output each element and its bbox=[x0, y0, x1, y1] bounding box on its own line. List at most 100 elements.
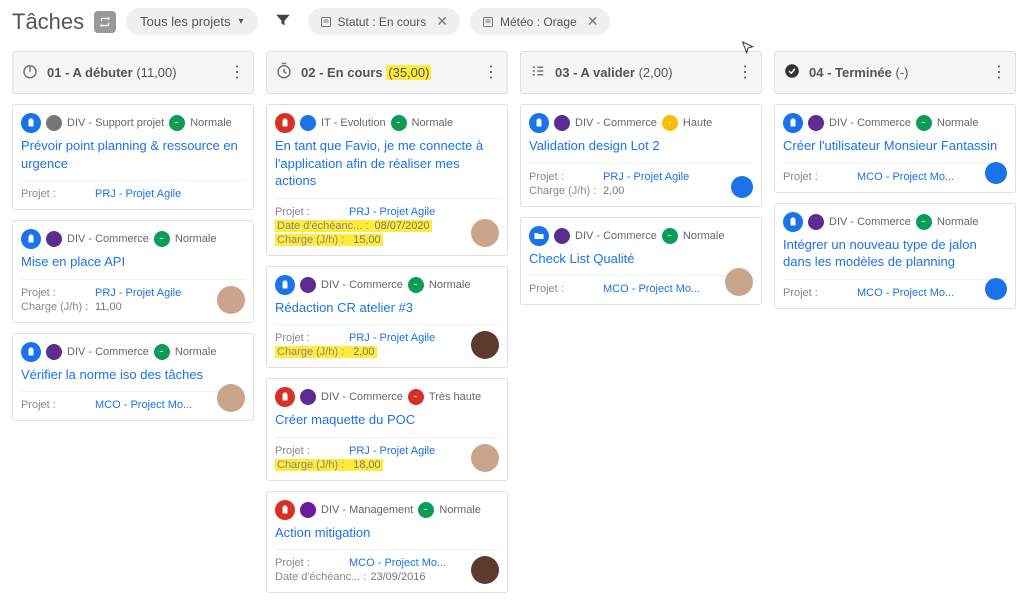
filter-chip-label: Statut : En cours bbox=[338, 15, 427, 29]
card-title[interactable]: Rédaction CR atelier #3 bbox=[267, 299, 507, 325]
column-menu-icon[interactable]: ⋮ bbox=[737, 68, 753, 78]
card-title[interactable]: Validation design Lot 2 bbox=[521, 137, 761, 163]
card-head: DIV - Support projet Normale bbox=[13, 105, 253, 137]
card-field-label: Projet : bbox=[21, 399, 91, 411]
card-title[interactable]: Créer maquette du POC bbox=[267, 411, 507, 437]
card-field-value: 15,00 bbox=[353, 234, 381, 246]
card-title[interactable]: Intégrer un nouveau type de jalon dans l… bbox=[775, 236, 1015, 279]
card-category: DIV - Support projet bbox=[67, 117, 164, 129]
column-status-icon bbox=[21, 62, 39, 83]
task-card[interactable]: DIV - Commerce Normale Mise en place API… bbox=[12, 220, 254, 323]
card-field-link[interactable]: PRJ - Projet Agile bbox=[95, 188, 181, 200]
card-head: DIV - Commerce Normale bbox=[13, 221, 253, 253]
task-card[interactable]: DIV - Support projet Normale Prévoir poi… bbox=[12, 104, 254, 210]
card-field-link[interactable]: PRJ - Projet Agile bbox=[95, 287, 181, 299]
card-head: DIV - Commerce Normale bbox=[521, 218, 761, 250]
column-count: (35,00) bbox=[386, 65, 431, 80]
column-header[interactable]: 02 - En cours (35,00) ⋮ bbox=[266, 51, 508, 94]
card-field-value: 08/07/2020 bbox=[375, 220, 430, 232]
category-icon bbox=[46, 115, 62, 131]
card-field-label: Projet : bbox=[275, 445, 345, 457]
column-menu-icon[interactable]: ⋮ bbox=[229, 68, 245, 78]
task-card[interactable]: DIV - Commerce Normale Créer l'utilisate… bbox=[774, 104, 1016, 193]
clipboard-icon bbox=[275, 500, 295, 520]
task-card[interactable]: DIV - Commerce Normale Intégrer un nouve… bbox=[774, 203, 1016, 309]
card-field-label: Charge (J/h) : bbox=[529, 185, 599, 197]
assignee-avatar[interactable] bbox=[471, 219, 499, 247]
card-category: DIV - Commerce bbox=[321, 279, 403, 291]
column-header[interactable]: 01 - A débuter (11,00) ⋮ bbox=[12, 51, 254, 94]
card-priority: Normale bbox=[937, 216, 979, 228]
card-field-link[interactable]: MCO - Project Mo... bbox=[857, 287, 954, 299]
priority-icon bbox=[916, 115, 932, 131]
assignee-avatar[interactable] bbox=[731, 176, 753, 198]
card-category: DIV - Commerce bbox=[321, 391, 403, 403]
card-title[interactable]: Vérifier la norme iso des tâches bbox=[13, 366, 253, 392]
card-title[interactable]: Mise en place API bbox=[13, 253, 253, 279]
card-category: DIV - Commerce bbox=[575, 230, 657, 242]
task-card[interactable]: DIV - Commerce Normale Rédaction CR atel… bbox=[266, 266, 508, 369]
card-field-value: 11,00 bbox=[95, 301, 122, 313]
card-field-label: Charge (J/h) : bbox=[277, 234, 347, 246]
card-field-link[interactable]: MCO - Project Mo... bbox=[603, 283, 700, 295]
card-body: Projet :MCO - Project Mo... bbox=[521, 276, 761, 304]
card-field-value: 23/09/2016 bbox=[370, 571, 425, 583]
card-field-link[interactable]: MCO - Project Mo... bbox=[349, 557, 446, 569]
priority-icon bbox=[154, 344, 170, 360]
card-field-link[interactable]: PRJ - Projet Agile bbox=[349, 445, 435, 457]
close-icon[interactable]: ✕ bbox=[436, 13, 448, 30]
close-icon[interactable]: ✕ bbox=[587, 13, 599, 30]
project-selector[interactable]: Tous les projets ▾ bbox=[126, 8, 257, 35]
card-field-label: Projet : bbox=[275, 557, 345, 569]
task-card[interactable]: IT - Evolution Normale En tant que Favio… bbox=[266, 104, 508, 256]
clipboard-icon bbox=[21, 113, 41, 133]
clipboard-icon bbox=[21, 342, 41, 362]
card-field-link[interactable]: PRJ - Projet Agile bbox=[603, 171, 689, 183]
column-header[interactable]: 03 - A valider (2,00) ⋮ bbox=[520, 51, 762, 94]
card-priority: Normale bbox=[683, 230, 725, 242]
card-priority: Haute bbox=[683, 117, 712, 129]
category-icon bbox=[46, 231, 62, 247]
card-field-link[interactable]: MCO - Project Mo... bbox=[857, 171, 954, 183]
card-field-value: 18,00 bbox=[353, 459, 381, 471]
card-field-link[interactable]: MCO - Project Mo... bbox=[95, 399, 192, 411]
task-card[interactable]: DIV - Commerce Normale Check List Qualit… bbox=[520, 217, 762, 306]
card-body: Projet :PRJ - Projet AgileCharge (J/h) :… bbox=[267, 325, 507, 367]
card-field-label: Date d'échéanc... : bbox=[277, 220, 368, 232]
card-category: DIV - Commerce bbox=[575, 117, 657, 129]
card-title[interactable]: En tant que Favio, je me connecte à l'ap… bbox=[267, 137, 507, 198]
filter-icon[interactable] bbox=[274, 11, 292, 32]
card-title[interactable]: Check List Qualité bbox=[521, 250, 761, 276]
assignee-avatar[interactable] bbox=[471, 331, 499, 359]
task-card[interactable]: DIV - Management Normale Action mitigati… bbox=[266, 491, 508, 594]
filter-chip-meteo[interactable]: Météo : Orage ✕ bbox=[470, 8, 610, 35]
assignee-avatar[interactable] bbox=[471, 444, 499, 472]
task-card[interactable]: DIV - Commerce Haute Validation design L… bbox=[520, 104, 762, 207]
assignee-avatar[interactable] bbox=[217, 286, 245, 314]
card-field-label: Projet : bbox=[783, 287, 853, 299]
card-priority: Normale bbox=[937, 117, 979, 129]
column-menu-icon[interactable]: ⋮ bbox=[991, 68, 1007, 78]
filter-chip-statut[interactable]: Statut : En cours ✕ bbox=[308, 8, 460, 35]
card-field-link[interactable]: PRJ - Projet Agile bbox=[349, 206, 435, 218]
assignee-avatar[interactable] bbox=[217, 384, 245, 412]
card-title[interactable]: Action mitigation bbox=[267, 524, 507, 550]
card-field-link[interactable]: PRJ - Projet Agile bbox=[349, 332, 435, 344]
assignee-avatar[interactable] bbox=[985, 162, 1007, 184]
clipboard-icon bbox=[275, 113, 295, 133]
assignee-avatar[interactable] bbox=[985, 278, 1007, 300]
swap-view-icon[interactable] bbox=[94, 11, 116, 33]
category-icon bbox=[808, 115, 824, 131]
card-body: Projet : MCO - Project Mo... bbox=[13, 392, 253, 420]
card-priority: Très haute bbox=[429, 391, 481, 403]
column-status-icon bbox=[529, 62, 547, 83]
task-card[interactable]: DIV - Commerce Très haute Créer maquette… bbox=[266, 378, 508, 481]
task-card[interactable]: DIV - Commerce Normale Vérifier la norme… bbox=[12, 333, 254, 422]
column-menu-icon[interactable]: ⋮ bbox=[483, 68, 499, 78]
cursor-icon bbox=[740, 40, 756, 56]
card-title[interactable]: Prévoir point planning & ressource en ur… bbox=[13, 137, 253, 180]
column-header[interactable]: 04 - Terminée (-) ⋮ bbox=[774, 51, 1016, 94]
card-title[interactable]: Créer l'utilisateur Monsieur Fantassin bbox=[775, 137, 1015, 163]
assignee-avatar[interactable] bbox=[725, 268, 753, 296]
column-title: 03 - A valider (2,00) bbox=[555, 65, 729, 80]
